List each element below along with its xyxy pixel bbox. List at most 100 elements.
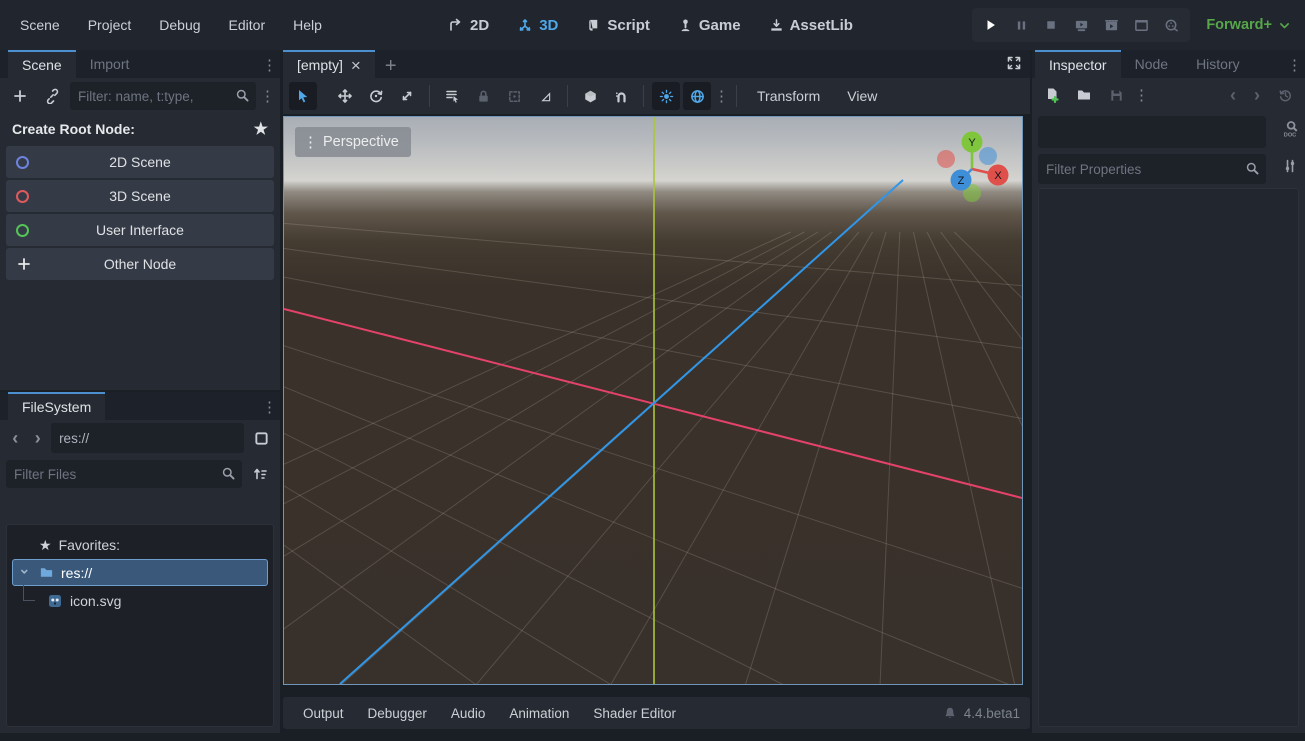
workspace-script-label: Script	[607, 17, 650, 34]
workspace-2d-button[interactable]: 2D	[438, 8, 499, 42]
play-scene-button[interactable]	[1098, 12, 1124, 38]
workspace-assetlib-button[interactable]: AssetLib	[759, 8, 863, 42]
viewport-3d[interactable]: YXZ ⋮ Perspective	[283, 116, 1023, 685]
movie-maker-button[interactable]	[1158, 12, 1184, 38]
svg-text:DOC: DOC	[1284, 132, 1296, 138]
remote-debug-button[interactable]	[1068, 12, 1094, 38]
close-icon[interactable]: ×	[351, 57, 361, 74]
bottom-tab-output[interactable]: Output	[293, 697, 354, 729]
create-3d-scene-button[interactable]: 3D Scene	[6, 180, 274, 212]
instantiate-scene-button[interactable]	[38, 82, 66, 110]
play-icon	[984, 18, 998, 32]
save-resource-button[interactable]	[1102, 81, 1130, 109]
rotate-tool-button[interactable]	[362, 82, 390, 110]
history-clock-icon	[1278, 88, 1293, 103]
history-menu-button[interactable]	[1271, 81, 1299, 109]
group-node-button[interactable]	[500, 82, 528, 110]
stop-icon	[1045, 19, 1057, 31]
file-filter-input[interactable]	[6, 460, 242, 488]
save-icon	[1109, 88, 1124, 103]
play-custom-scene-button[interactable]	[1128, 12, 1154, 38]
view-menu[interactable]: View	[835, 82, 889, 110]
workspace-script-button[interactable]: Script	[576, 8, 660, 42]
property-filter-input[interactable]	[1038, 154, 1266, 184]
scene-filter-input[interactable]	[70, 82, 256, 110]
bell-icon[interactable]	[943, 706, 957, 720]
scene-tab-empty[interactable]: [empty] ×	[283, 50, 375, 78]
move-tool-button[interactable]	[331, 82, 359, 110]
tab-scene[interactable]: Scene	[8, 50, 76, 78]
create-ui-scene-button[interactable]: User Interface	[6, 214, 274, 246]
menu-debug[interactable]: Debug	[145, 0, 214, 50]
preview-settings-menu-icon[interactable]: ⋮	[714, 87, 728, 105]
viewport-grid: YXZ	[284, 117, 1022, 684]
iconsvg-row-inner: icon.svg	[47, 589, 273, 613]
property-tools-icon[interactable]	[1282, 158, 1298, 174]
workspace-game-button[interactable]: Game	[668, 8, 751, 42]
tab-inspector[interactable]: Inspector	[1035, 50, 1121, 78]
tree-row-res[interactable]: res://	[12, 559, 268, 586]
history-forward-icon[interactable]: ›	[29, 428, 48, 449]
path-input[interactable]	[51, 423, 244, 453]
tree-guide-line	[23, 584, 35, 601]
scene-filter-menu-icon[interactable]: ⋮	[260, 87, 274, 105]
favorites-star-icon[interactable]: ★	[254, 119, 268, 139]
menu-scene[interactable]: Scene	[6, 0, 74, 50]
play-button[interactable]	[978, 12, 1004, 38]
scale-tool-button[interactable]	[393, 82, 421, 110]
ruler-mode-button[interactable]	[531, 82, 559, 110]
resource-menu-icon[interactable]: ⋮	[1134, 86, 1148, 104]
menu-help[interactable]: Help	[279, 0, 336, 50]
3d-icon	[517, 17, 533, 33]
bottom-tab-shader-editor[interactable]: Shader Editor	[583, 697, 686, 729]
pause-button[interactable]	[1008, 12, 1034, 38]
transform-menu[interactable]: Transform	[745, 82, 832, 110]
select-tool-button[interactable]	[289, 82, 317, 110]
new-resource-button[interactable]	[1038, 81, 1066, 109]
preview-environment-button[interactable]	[683, 82, 711, 110]
bottom-tab-debugger[interactable]: Debugger	[358, 697, 437, 729]
workspace-3d-button[interactable]: 3D	[507, 8, 568, 42]
collapse-chevron-icon[interactable]	[19, 566, 32, 579]
workspace-switcher: 2D 3D Script Game AssetLib	[438, 0, 863, 50]
renderer-selector[interactable]: Forward+	[1206, 0, 1291, 50]
bottom-tab-animation[interactable]: Animation	[499, 697, 579, 729]
projection-label: Perspective	[323, 134, 399, 150]
tab-history[interactable]: History	[1182, 50, 1254, 78]
menu-project[interactable]: Project	[74, 0, 146, 50]
tab-node[interactable]: Node	[1121, 50, 1182, 78]
version-label[interactable]: 4.4.beta1	[964, 706, 1020, 721]
bottom-tab-audio[interactable]: Audio	[441, 697, 496, 729]
filesystem-dock: FileSystem ⋮ ‹ › ★ Favorites:	[0, 392, 280, 733]
chevron-down-icon	[1278, 19, 1291, 32]
snap-mode-button[interactable]	[607, 82, 635, 110]
scene-dock-content: ⋮ Create Root Node: ★ 2D Scene 3D Scene …	[0, 78, 280, 390]
load-resource-button[interactable]	[1070, 81, 1098, 109]
add-node-button[interactable]	[6, 82, 34, 110]
favorites-row[interactable]: ★ Favorites:	[7, 533, 273, 557]
file-sort-button[interactable]	[246, 460, 274, 488]
edit-next-icon[interactable]: ›	[1247, 85, 1267, 106]
inspector-dock-tabs: Inspector Node History ⋮	[1032, 50, 1305, 78]
stop-button[interactable]	[1038, 12, 1064, 38]
history-back-icon[interactable]: ‹	[6, 428, 25, 449]
create-other-node-button[interactable]: Other Node	[6, 248, 274, 280]
toggle-split-mode-button[interactable]	[248, 424, 274, 452]
filesystem-dock-menu-icon[interactable]: ⋮	[262, 398, 276, 416]
lock-node-button[interactable]	[469, 82, 497, 110]
scene-dock-menu-icon[interactable]: ⋮	[262, 56, 276, 74]
create-2d-scene-button[interactable]: 2D Scene	[6, 146, 274, 178]
inspector-dock-menu-icon[interactable]: ⋮	[1287, 56, 1301, 74]
menu-editor[interactable]: Editor	[215, 0, 280, 50]
toggle-distraction-free-button[interactable]	[1006, 55, 1022, 74]
open-docs-button[interactable]: DOC	[1281, 120, 1299, 138]
list-select-button[interactable]	[438, 82, 466, 110]
edit-prev-icon[interactable]: ‹	[1223, 85, 1243, 106]
tab-filesystem[interactable]: FileSystem	[8, 392, 105, 420]
local-space-button[interactable]	[576, 82, 604, 110]
tab-import[interactable]: Import	[76, 50, 144, 78]
tree-row-iconsvg[interactable]: icon.svg	[7, 588, 273, 614]
new-scene-tab-button[interactable]: +	[375, 55, 407, 78]
preview-sunlight-button[interactable]	[652, 82, 680, 110]
projection-menu-button[interactable]: ⋮ Perspective	[295, 127, 411, 157]
